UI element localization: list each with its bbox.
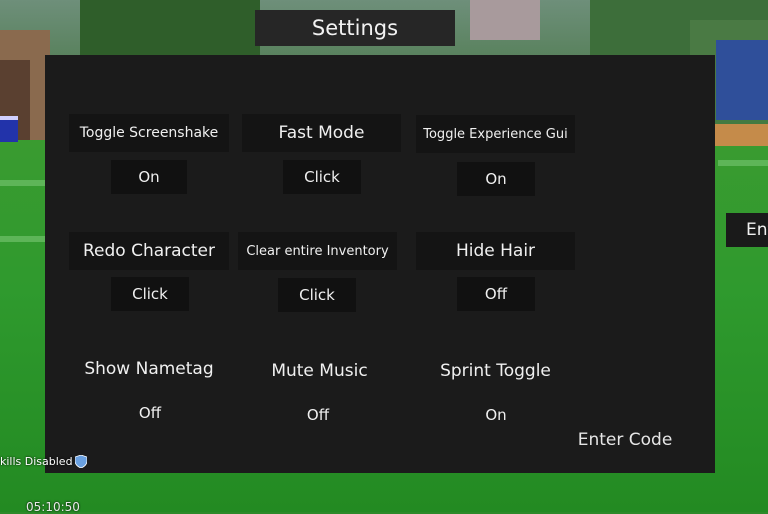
status-indicator: kills Disabled xyxy=(0,452,87,470)
option-label-mute-music: Mute Music xyxy=(240,352,399,390)
hide-hair-button[interactable]: Off xyxy=(457,277,535,311)
mute-music-button[interactable]: Off xyxy=(279,398,357,432)
shield-icon xyxy=(74,454,87,468)
background-block xyxy=(470,0,540,40)
toggle-experience-gui-button[interactable]: On xyxy=(457,162,535,196)
enter-code-button[interactable]: Enter Code xyxy=(575,428,675,452)
option-label-sprint-toggle: Sprint Toggle xyxy=(416,352,575,390)
side-tab-button[interactable]: Ent xyxy=(726,213,768,247)
option-label-redo-character: Redo Character xyxy=(69,232,229,270)
settings-title: Settings xyxy=(255,10,455,46)
option-label-toggle-experience-gui: Toggle Experience Gui xyxy=(416,115,575,153)
background-block xyxy=(716,40,768,120)
option-label-toggle-screenshake: Toggle Screenshake xyxy=(69,114,229,152)
option-label-hide-hair: Hide Hair xyxy=(416,232,575,270)
settings-panel: Toggle Screenshake On Fast Mode Click To… xyxy=(45,55,715,473)
clear-entire-inventory-button[interactable]: Click xyxy=(278,278,356,312)
fast-mode-button[interactable]: Click xyxy=(283,160,361,194)
sprint-toggle-button[interactable]: On xyxy=(457,398,535,432)
field-line xyxy=(718,160,768,166)
option-label-show-nametag: Show Nametag xyxy=(69,350,229,388)
player-character xyxy=(0,116,18,142)
toggle-screenshake-button[interactable]: On xyxy=(111,160,187,194)
show-nametag-button[interactable]: Off xyxy=(111,396,189,430)
redo-character-button[interactable]: Click xyxy=(111,277,189,311)
option-label-fast-mode: Fast Mode xyxy=(242,114,401,152)
status-text: kills Disabled xyxy=(0,454,73,468)
option-label-clear-entire-inventory: Clear entire Inventory xyxy=(238,232,397,270)
